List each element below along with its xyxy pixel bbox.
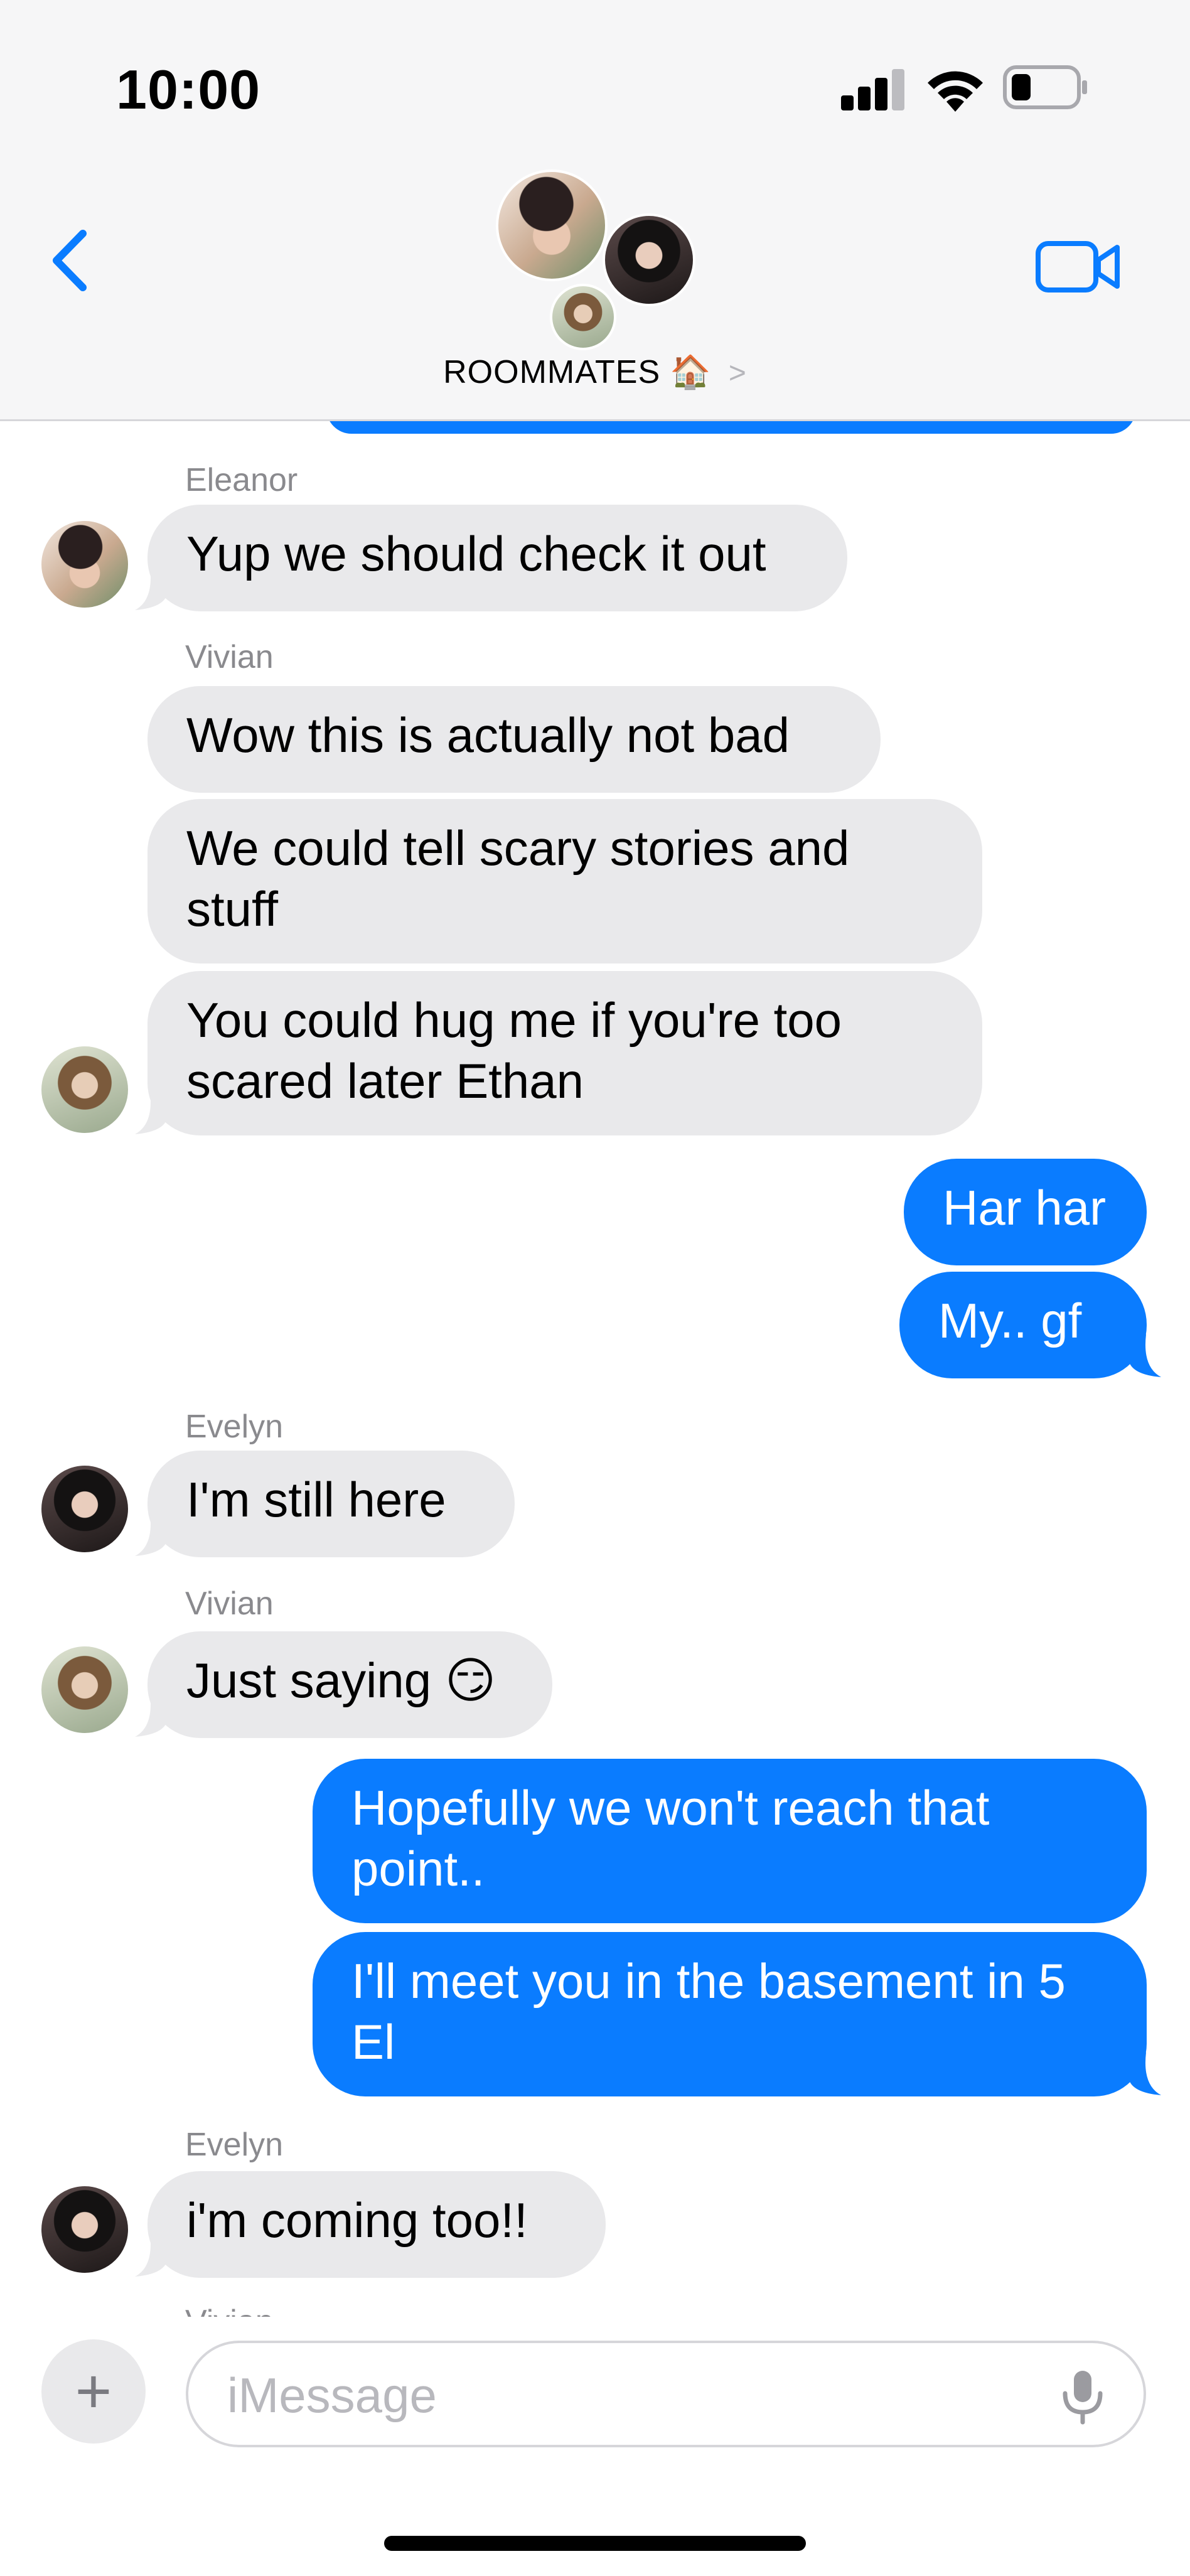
add-attachment-button[interactable]: +: [41, 2339, 146, 2444]
avatar: [39, 1044, 131, 1135]
message-thread[interactable]: Eleanor Yup we should check it out Vivia…: [0, 421, 1190, 2317]
message-input-placeholder: iMessage: [227, 2368, 437, 2423]
message-bubble[interactable]: Har har: [904, 1159, 1147, 1265]
group-name: ROOMMATES: [443, 354, 661, 390]
message-bubble[interactable]: i'm coming too!!: [147, 2171, 606, 2278]
sender-label: Evelyn: [185, 1409, 284, 1445]
message-input[interactable]: iMessage: [186, 2341, 1146, 2447]
bubble-tail: [135, 567, 168, 610]
sender-label: Vivian: [185, 639, 274, 675]
bubble-tail: [135, 1513, 168, 1556]
sender-label: Eleanor: [185, 462, 298, 498]
avatar: [39, 2184, 131, 2275]
avatar: [550, 284, 616, 350]
conversation-header: ROOMMATES 🏠 >: [0, 157, 1190, 421]
back-chevron-icon[interactable]: [44, 226, 100, 295]
group-title[interactable]: ROOMMATES 🏠 >: [0, 353, 1190, 391]
home-indicator: [384, 2536, 806, 2551]
avatar: [39, 1644, 131, 1736]
message-bubble[interactable]: My.. gf: [899, 1272, 1147, 1378]
avatar: [39, 1463, 131, 1555]
status-time: 10:00: [116, 58, 261, 121]
bubble-tail: [135, 2234, 168, 2277]
sender-label: Evelyn: [185, 2127, 284, 2163]
avatar: [603, 213, 695, 306]
chevron-right-icon: >: [728, 357, 747, 390]
message-bubble[interactable]: Just saying 😏: [147, 1631, 552, 1738]
avatar: [39, 518, 131, 610]
house-emoji: 🏠: [670, 354, 712, 390]
group-avatar-cluster[interactable]: [496, 169, 703, 352]
message-bubble[interactable]: You could hug me if you're too scared la…: [147, 971, 982, 1135]
sender-label: Vivian: [185, 1586, 274, 1622]
bubble-tail: [135, 1092, 168, 1134]
bubble-tail: [135, 1694, 168, 1737]
message-bubble[interactable]: I'll meet you in the basement in 5 El: [313, 1932, 1147, 2096]
bubble-tail: [1128, 1334, 1161, 1377]
wifi-icon: [928, 71, 983, 112]
bubble-tail: [1128, 2053, 1161, 2095]
message-bubble[interactable]: Wow this is actually not bad: [147, 686, 881, 793]
microphone-icon[interactable]: [1058, 2368, 1108, 2425]
message-bubble[interactable]: We could tell scary stories and stuff: [147, 799, 982, 963]
status-bar: 10:00: [0, 0, 1190, 157]
cellular-signal-icon: [841, 68, 905, 110]
previous-outgoing-bubble: [326, 421, 1136, 434]
avatar: [496, 169, 608, 281]
sender-label: Vivian: [185, 2303, 274, 2317]
video-call-icon[interactable]: [1036, 239, 1121, 295]
battery-icon: [1003, 65, 1087, 109]
message-bubble[interactable]: Yup we should check it out: [147, 505, 847, 611]
message-bubble[interactable]: Hopefully we won't reach that point..: [313, 1759, 1147, 1923]
plus-icon: +: [75, 2356, 112, 2427]
message-bubble[interactable]: I'm still here: [147, 1451, 515, 1557]
